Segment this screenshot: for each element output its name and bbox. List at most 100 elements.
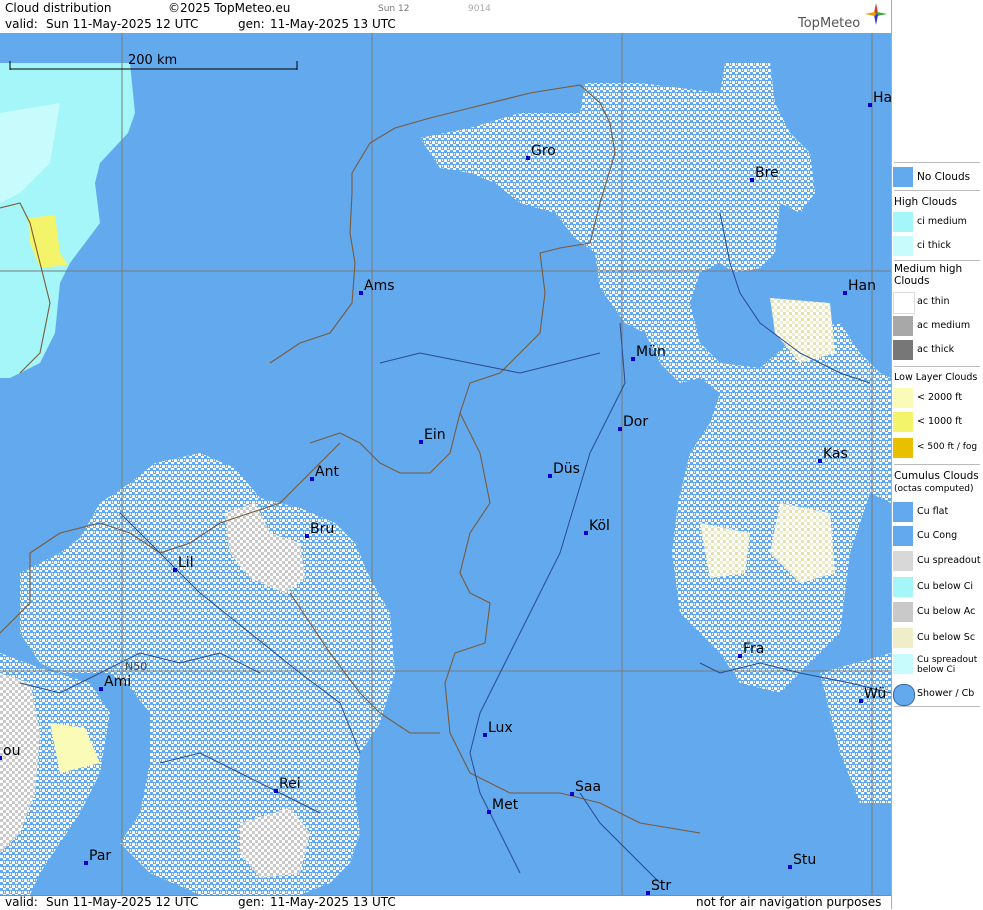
legend-cu-cong: Cu Cong: [892, 524, 983, 548]
city-marker-icon: [750, 178, 754, 182]
city-met: Met: [487, 797, 519, 814]
city-bre: Bre: [750, 165, 779, 182]
cu-flat-swatch: [893, 502, 913, 522]
city-label: Gro: [531, 143, 556, 159]
ac-thick-swatch: [893, 340, 913, 360]
legend-low-2000: < 2000 ft: [892, 386, 983, 410]
city-label: Ant: [315, 464, 339, 480]
legend-panel: No Clouds High Clouds ci medium ci thick…: [891, 0, 983, 909]
gen-label: gen:: [238, 17, 265, 31]
footer-bar: valid: Sun 11-May-2025 12 UTC gen: 11-Ma…: [0, 895, 891, 910]
city-marker-icon: [274, 789, 278, 793]
legend-ac-thick: ac thick: [892, 338, 983, 362]
city-label: Mün: [636, 344, 666, 360]
footer-notice: not for air navigation purposes: [696, 895, 882, 909]
city-marker-icon: [173, 568, 177, 572]
cloud-map: 200 km N50 Gro Bre Ha Ams Han Mün Dor Ein Ant Düs…: [0, 33, 891, 895]
legend-cumulus-sub: (octas computed): [894, 484, 974, 494]
city-marker-icon: [487, 810, 491, 814]
city-lux: Lux: [483, 720, 513, 737]
legend-cu-below-ci: Cu below Ci: [892, 575, 983, 599]
city-marker-icon: [631, 357, 635, 361]
ci-thick-swatch: [893, 236, 913, 256]
city-marker-icon: [99, 687, 103, 691]
city-saa: Saa: [570, 779, 601, 796]
shower-swatch: [893, 684, 915, 706]
copyright-text: ©2025 TopMeteo.eu: [168, 1, 291, 15]
city-mün: Mün: [631, 344, 666, 361]
legend-ac-medium: ac medium: [892, 314, 983, 338]
city-marker-icon: [548, 474, 552, 478]
city-label: Rei: [279, 776, 301, 792]
low-2000-swatch: [893, 388, 913, 408]
forecast-day: Sun 12: [378, 4, 410, 14]
city-label: Düs: [553, 461, 580, 477]
compass-logo-icon: [865, 3, 887, 25]
legend-low-title: Low Layer Clouds: [894, 372, 978, 383]
city-marker-icon: [859, 699, 863, 703]
city-marker-icon: [483, 733, 487, 737]
legend-ci-medium: ci medium: [892, 210, 983, 234]
city-label: Met: [492, 797, 519, 813]
legend-shower: Shower / Cb: [892, 682, 983, 706]
city-marker-icon: [526, 156, 530, 160]
city-marker-icon: [788, 865, 792, 869]
city-düs: Düs: [548, 461, 580, 478]
legend-cu-below-ac: Cu below Ac: [892, 600, 983, 624]
gen-time: 11-May-2025 13 UTC: [270, 17, 396, 31]
city-label: Ams: [364, 278, 395, 294]
footer-valid-label: valid:: [5, 895, 38, 909]
city-label: Fra: [743, 641, 764, 657]
legend-cumulus-title: Cumulus Clouds: [894, 470, 979, 482]
city-label: Han: [848, 278, 876, 294]
legend-cu-spreadout-ci: Cu spreadout below Ci: [892, 652, 983, 680]
legend-cu-below-sc: Cu below Sc: [892, 626, 983, 650]
city-label: Ein: [424, 427, 446, 443]
scale-label: 200 km: [128, 53, 177, 68]
city-marker-icon: [818, 459, 822, 463]
city-label: Kas: [823, 446, 848, 462]
city-label: Lil: [178, 555, 194, 571]
city-label: Bre: [755, 165, 779, 181]
city-marker-icon: [738, 654, 742, 658]
city-kas: Kas: [818, 446, 848, 463]
footer-gen-label: gen:: [238, 895, 265, 909]
brand-name: TopMeteo: [798, 16, 861, 31]
low-1000-swatch: [893, 412, 913, 432]
no-clouds-swatch: [893, 167, 913, 187]
city-marker-icon: [0, 756, 2, 760]
city-stu: Stu: [788, 852, 816, 869]
city-marker-icon: [305, 534, 309, 538]
city-label: Stu: [793, 852, 816, 868]
city-label: Ami: [104, 674, 131, 690]
city-label: Par: [89, 848, 111, 864]
city-marker-icon: [868, 103, 872, 107]
ci-medium-swatch: [893, 212, 913, 232]
city-marker-icon: [84, 861, 88, 865]
city-ou: ou: [0, 743, 20, 760]
legend-ac-thin: ac thin: [892, 290, 983, 314]
legend-ci-thick: ci thick: [892, 234, 983, 258]
city-han: Han: [843, 278, 876, 295]
city-marker-icon: [570, 792, 574, 796]
city-label: ou: [3, 743, 20, 759]
city-marker-icon: [584, 531, 588, 535]
footer-valid-time: Sun 11-May-2025 12 UTC: [46, 895, 199, 909]
legend-low-1000: < 1000 ft: [892, 410, 983, 434]
ac-medium-swatch: [893, 316, 913, 336]
city-label: Lux: [488, 720, 513, 736]
cu-spreadout-swatch: [893, 551, 913, 571]
legend-cu-spreadout: Cu spreadout: [892, 549, 983, 573]
valid-time: Sun 11-May-2025 12 UTC: [46, 17, 199, 31]
legend-high-title: High Clouds: [894, 196, 957, 208]
cu-spreadout-ci-swatch: [893, 654, 913, 674]
city-marker-icon: [618, 427, 622, 431]
city-label: Ha: [873, 90, 891, 106]
city-label: Bru: [310, 521, 334, 537]
city-marker-icon: [310, 477, 314, 481]
footer-gen-time: 11-May-2025 13 UTC: [270, 895, 396, 909]
city-wü: Wü: [859, 686, 886, 703]
cu-below-sc-swatch: [893, 628, 913, 648]
header-bar: Cloud distribution ©2025 TopMeteo.eu Sun…: [0, 0, 891, 34]
city-ami: Ami: [99, 674, 131, 691]
